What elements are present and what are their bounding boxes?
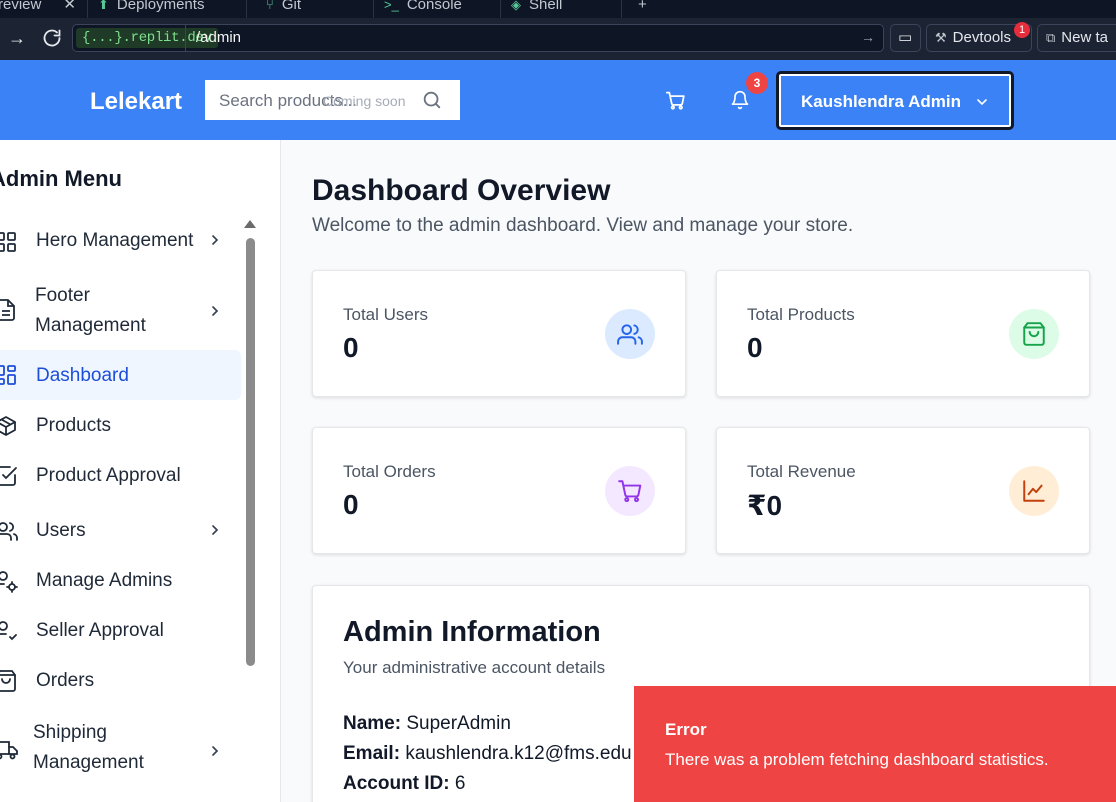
new-tab-button[interactable]: ⧉ New ta xyxy=(1037,24,1116,52)
stat-icon-badge xyxy=(1009,309,1059,359)
sidebar-item-users[interactable]: Users xyxy=(0,517,241,547)
sidebar-title: Admin Menu xyxy=(0,166,122,191)
grid-icon xyxy=(0,232,16,252)
close-icon[interactable]: ✕ xyxy=(63,0,76,13)
layout-icon xyxy=(0,365,16,385)
users-icon xyxy=(0,522,18,541)
stat-label: Total Revenue xyxy=(747,462,856,481)
sidebar-item-products[interactable]: Products xyxy=(0,412,241,442)
admin-id-row: Account ID: 6 xyxy=(343,773,466,794)
monitor-icon[interactable]: ▭ xyxy=(890,24,921,52)
tab-shell[interactable]: ◈ Shell xyxy=(505,0,562,18)
chevron-right-icon xyxy=(212,746,219,756)
sidebar-item-seller-approval[interactable]: Seller Approval xyxy=(0,617,241,647)
tab-divider xyxy=(246,0,247,18)
cart-icon[interactable] xyxy=(665,90,686,111)
stat-icon-badge xyxy=(605,466,655,516)
shopping-bag-icon xyxy=(1023,322,1045,346)
document-icon xyxy=(0,299,15,321)
sidebar-item-footer-management[interactable]: Footer Management xyxy=(0,282,241,342)
notification-badge: 3 xyxy=(746,72,768,94)
wrench-icon: ⚒ xyxy=(935,30,947,45)
user-menu-button[interactable]: Kaushlendra Admin xyxy=(776,71,1014,130)
sidebar-item-product-approval[interactable]: Product Approval xyxy=(0,462,241,492)
tab-divider xyxy=(87,0,88,18)
stat-value: 0 xyxy=(343,489,359,520)
refresh-icon[interactable] xyxy=(42,28,62,52)
sidebar-scrollbar[interactable] xyxy=(246,238,255,666)
page-title: Dashboard Overview xyxy=(312,174,611,207)
stat-value: 0 xyxy=(343,332,359,363)
stat-card-total-products: Total Products 0 xyxy=(716,270,1090,397)
stat-card-total-users: Total Users 0 xyxy=(312,270,686,397)
tab-divider xyxy=(373,0,374,18)
tab-preview[interactable]: review ✕ xyxy=(0,0,76,18)
arrow-right-icon[interactable]: → xyxy=(861,29,875,45)
chevron-right-icon xyxy=(212,235,219,245)
user-check-icon xyxy=(0,621,17,641)
tab-console[interactable]: >_ Console xyxy=(378,0,462,18)
stat-icon-badge xyxy=(1009,466,1059,516)
terminal-icon: >_ xyxy=(384,0,399,12)
tab-divider xyxy=(621,0,622,18)
admin-info-subtitle: Your administrative account details xyxy=(343,658,606,677)
error-toast[interactable]: Error There was a problem fetching dashb… xyxy=(634,686,1116,802)
stat-label: Total Products xyxy=(747,305,855,324)
stat-value: ₹0 xyxy=(747,490,783,521)
sidebar-item-dashboard[interactable]: Dashboard xyxy=(0,350,241,400)
page-subtitle: Welcome to the admin dashboard. View and… xyxy=(312,215,854,236)
user-name: Kaushlendra Admin xyxy=(801,92,961,111)
tab-divider xyxy=(500,0,501,18)
chevron-right-icon xyxy=(212,306,219,316)
search-icon[interactable] xyxy=(421,89,443,111)
sidebar-item-manage-admins[interactable]: Manage Admins xyxy=(0,567,241,597)
tab-deployments[interactable]: ⬆ Deployments xyxy=(92,0,204,18)
stat-icon-badge xyxy=(605,309,655,359)
url-path: /admin xyxy=(185,25,241,51)
tab-git[interactable]: ⑂ Git xyxy=(260,0,301,18)
stat-card-total-revenue: Total Revenue ₹0 xyxy=(716,427,1090,554)
shell-icon: ◈ xyxy=(511,0,521,12)
add-tab-button[interactable]: + xyxy=(632,0,647,18)
deploy-icon: ⬆ xyxy=(98,0,109,12)
stat-card-total-orders: Total Orders 0 xyxy=(312,427,686,554)
external-link-icon: ⧉ xyxy=(1046,30,1056,45)
admin-email-row: Email: kaushlendra.k12@fms.edu xyxy=(343,743,632,764)
url-field[interactable]: {...}.replit.dev /admin → xyxy=(72,24,884,52)
replit-tab-bar: review ✕ ⬆ Deployments ⑂ Git >_ Console ◈ She… xyxy=(0,0,1116,18)
devtools-badge: 1 xyxy=(1014,22,1030,38)
scroll-up-arrow[interactable] xyxy=(244,220,256,228)
user-cog-icon xyxy=(0,571,18,593)
check-square-icon xyxy=(0,466,17,486)
shopping-bag-icon xyxy=(0,670,16,692)
truck-icon xyxy=(0,741,18,760)
chevron-down-icon xyxy=(977,99,987,106)
toast-message: There was a problem fetching dashboard s… xyxy=(665,750,1049,769)
stat-label: Total Orders xyxy=(343,462,436,481)
users-icon xyxy=(617,324,643,345)
git-icon: ⑂ xyxy=(266,0,274,12)
search-hint: Coming soon xyxy=(323,93,406,109)
sidebar-item-orders[interactable]: Orders xyxy=(0,667,241,697)
search-input[interactable]: Search products... Coming soon xyxy=(205,80,460,120)
bell-icon[interactable] xyxy=(730,89,750,111)
box-icon xyxy=(0,416,16,436)
line-chart-icon xyxy=(1023,480,1045,502)
forward-icon[interactable]: → xyxy=(8,28,26,48)
address-bar: → {...}.replit.dev /admin → ▭ ⚒ Devtools … xyxy=(0,18,1116,60)
admin-info-title: Admin Information xyxy=(343,616,601,648)
sidebar-item-hero-management[interactable]: Hero Management xyxy=(0,226,241,256)
chevron-right-icon xyxy=(212,525,219,535)
logo[interactable]: Lelekart xyxy=(90,88,182,116)
toast-title: Error xyxy=(665,720,707,739)
admin-sidebar: Admin Menu Hero Management Footer Manage… xyxy=(0,140,281,802)
shopping-cart-icon xyxy=(618,480,642,503)
stat-label: Total Users xyxy=(343,305,429,324)
stat-value: 0 xyxy=(747,332,763,363)
sidebar-item-shipping-management[interactable]: Shipping Management xyxy=(0,722,241,782)
admin-name-row: Name: SuperAdmin xyxy=(343,713,511,734)
